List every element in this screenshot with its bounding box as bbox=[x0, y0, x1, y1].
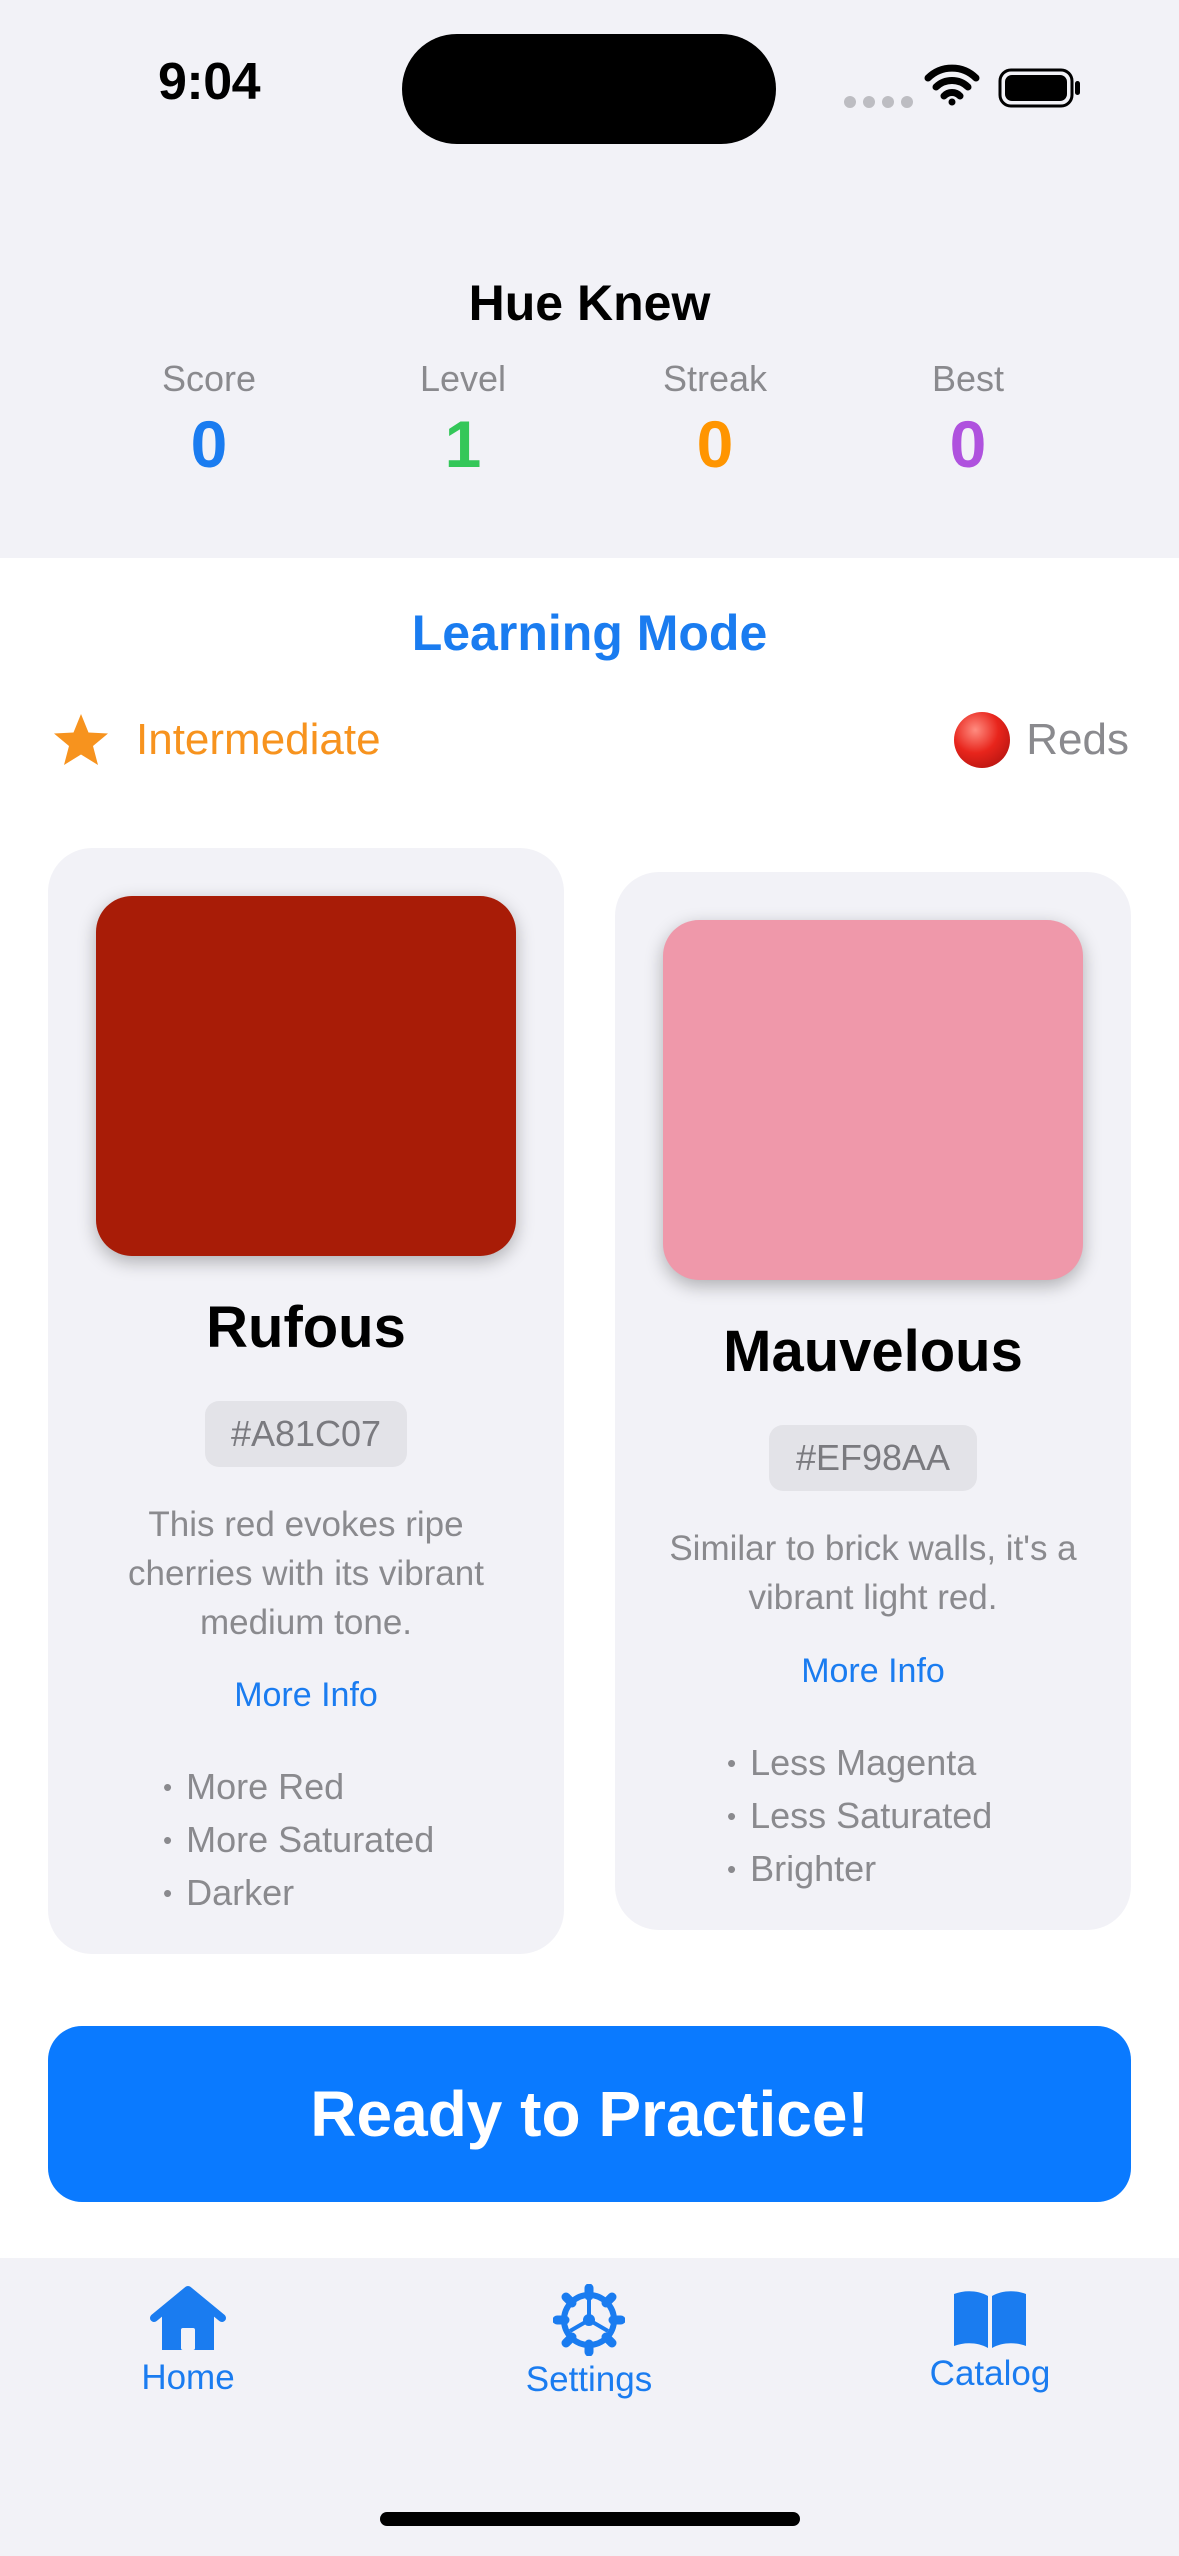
stat-score: Score 0 bbox=[99, 358, 319, 482]
gear-icon bbox=[553, 2284, 625, 2356]
stat-label: Streak bbox=[662, 358, 768, 399]
difficulty-indicator: Intermediate bbox=[52, 712, 381, 768]
color-swatch bbox=[663, 920, 1083, 1280]
star-icon bbox=[54, 714, 108, 765]
hint-item: Darker bbox=[163, 1868, 434, 1921]
color-name: Mauvelous bbox=[723, 1319, 1023, 1384]
home-indicator bbox=[380, 2512, 800, 2526]
red-circle-icon bbox=[954, 712, 1011, 768]
more-info-link[interactable]: More Info bbox=[615, 1652, 1131, 1691]
hint-item: Less Saturated bbox=[727, 1791, 992, 1844]
hint-item: Brighter bbox=[727, 1844, 992, 1897]
stat-value: 0 bbox=[190, 407, 228, 481]
hint-item: More Saturated bbox=[163, 1815, 434, 1868]
more-info-link[interactable]: More Info bbox=[48, 1676, 564, 1715]
wifi-icon bbox=[924, 64, 980, 106]
dynamic-island bbox=[402, 34, 776, 144]
app-title: Hue Knew bbox=[468, 275, 711, 331]
color-card-rufous: Rufous #A81C07 This red evokes ripe cher… bbox=[48, 848, 564, 1954]
stat-label: Score bbox=[161, 358, 257, 399]
hint-item: Less Magenta bbox=[727, 1738, 992, 1791]
battery-icon bbox=[998, 68, 1080, 108]
tab-settings[interactable]: Settings bbox=[509, 2284, 669, 2400]
tab-label: Home bbox=[141, 2358, 235, 2397]
stat-best: Best 0 bbox=[858, 358, 1078, 482]
stat-streak: Streak 0 bbox=[605, 358, 825, 482]
hex-badge: #EF98AA bbox=[769, 1425, 977, 1491]
tab-label: Catalog bbox=[929, 2354, 1051, 2393]
color-family-indicator: Reds bbox=[954, 712, 1129, 768]
stat-label: Level bbox=[419, 358, 507, 399]
stat-value: 0 bbox=[696, 407, 734, 481]
hint-list: More Red More Saturated Darker bbox=[163, 1762, 434, 1921]
color-name: Rufous bbox=[206, 1295, 406, 1360]
hex-badge: #A81C07 bbox=[205, 1401, 407, 1467]
stat-value: 0 bbox=[949, 407, 987, 481]
tab-home[interactable]: Home bbox=[128, 2284, 248, 2398]
hint-list: Less Magenta Less Saturated Brighter bbox=[727, 1738, 992, 1897]
house-icon bbox=[150, 2286, 226, 2350]
stat-label: Best bbox=[931, 358, 1005, 399]
difficulty-label: Intermediate bbox=[136, 715, 381, 764]
ready-to-practice-button[interactable]: Ready to Practice! bbox=[48, 2026, 1131, 2202]
color-description: This red evokes ripe cherries with its v… bbox=[128, 1505, 484, 1642]
stat-level: Level 1 bbox=[353, 358, 573, 482]
color-swatch bbox=[96, 896, 516, 1256]
color-card-mauvelous: Mauvelous #EF98AA Similar to brick walls… bbox=[615, 872, 1131, 1930]
tab-label: Settings bbox=[525, 2360, 653, 2399]
hint-item: More Red bbox=[163, 1762, 434, 1815]
stat-value: 1 bbox=[444, 407, 482, 481]
status-time: 9:04 bbox=[158, 53, 261, 111]
color-family-label: Reds bbox=[1026, 715, 1129, 764]
book-icon bbox=[954, 2291, 1026, 2348]
mode-title: Learning Mode bbox=[411, 605, 768, 661]
tab-catalog[interactable]: Catalog bbox=[920, 2288, 1060, 2394]
cellular-signal-icon bbox=[844, 96, 913, 108]
color-description: Similar to brick walls, it's a vibrant l… bbox=[669, 1529, 1077, 1617]
